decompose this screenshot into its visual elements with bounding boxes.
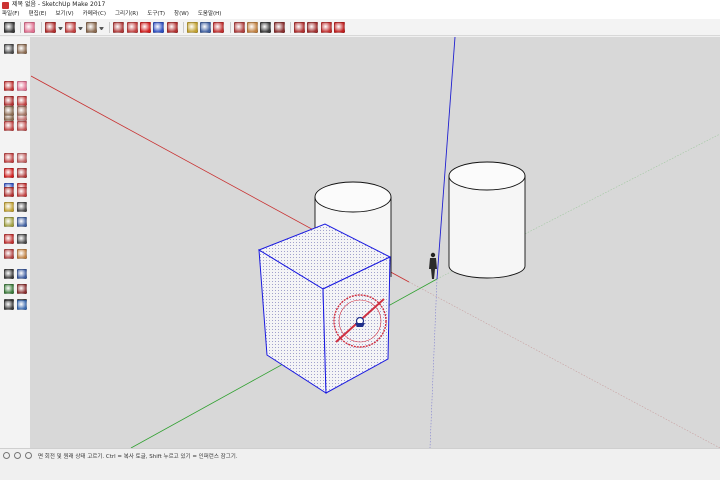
toolbar-separator xyxy=(289,21,291,33)
eraser-icon[interactable] xyxy=(24,21,36,33)
cylinder-right[interactable] xyxy=(448,161,526,279)
pan-icon[interactable] xyxy=(17,249,27,259)
title-bar: 제목 없음 - SketchUp Make 2017 xyxy=(0,0,720,10)
bottom-strip xyxy=(0,462,720,480)
paint-bucket-icon[interactable] xyxy=(4,81,14,91)
scale-icon[interactable] xyxy=(4,187,14,197)
3d-warehouse-icon[interactable] xyxy=(293,21,305,33)
help-info-icon[interactable] xyxy=(25,452,32,459)
select-icon[interactable] xyxy=(4,44,14,54)
circle-icon[interactable] xyxy=(4,106,14,116)
line-icon[interactable] xyxy=(4,96,14,106)
axes-icon[interactable] xyxy=(4,234,14,244)
move-icon[interactable] xyxy=(4,168,14,178)
person-figure[interactable] xyxy=(429,252,437,279)
offset-icon[interactable] xyxy=(126,21,138,33)
text-icon[interactable] xyxy=(200,21,212,33)
menu-draw[interactable]: 그리기(R) xyxy=(115,10,138,19)
menu-window[interactable]: 창(W) xyxy=(174,10,189,19)
dropdown-arrow-icon[interactable] xyxy=(78,26,84,30)
sketchup-logo-icon xyxy=(2,1,9,9)
arc-icon[interactable] xyxy=(4,121,14,131)
section-plane-icon[interactable] xyxy=(17,300,27,310)
rectangle-icon[interactable] xyxy=(85,21,97,33)
geo-location-icon[interactable] xyxy=(3,452,10,459)
scene-canvas[interactable] xyxy=(31,37,720,448)
credits-icon[interactable] xyxy=(14,452,21,459)
protractor-icon[interactable] xyxy=(4,217,14,227)
scale-icon[interactable] xyxy=(166,21,178,33)
zoom-window-icon[interactable] xyxy=(17,269,27,279)
push-pull-icon[interactable] xyxy=(113,21,125,33)
status-bar: 면 회전 및 원래 상태 고르기. Ctrl = 복사 토글, Shift 누르… xyxy=(0,448,720,462)
arc-icon[interactable] xyxy=(65,21,77,33)
window-title: 제목 없음 - SketchUp Make 2017 xyxy=(12,1,106,8)
push-pull-icon[interactable] xyxy=(17,168,27,178)
red-axis-dotted xyxy=(408,281,720,448)
toolbar-separator xyxy=(182,21,184,33)
menu-edit[interactable]: 편집(E) xyxy=(29,10,47,19)
pie-icon[interactable] xyxy=(17,153,27,163)
eraser-icon[interactable] xyxy=(17,81,27,91)
orbit-icon[interactable] xyxy=(4,249,14,259)
toolbar-separator xyxy=(229,21,231,33)
tape-measure-icon[interactable] xyxy=(4,202,14,212)
menu-view[interactable]: 보기(V) xyxy=(55,10,73,19)
menu-help[interactable]: 도움말(H) xyxy=(198,10,222,19)
share-model-icon[interactable] xyxy=(320,21,332,33)
zoom-icon[interactable] xyxy=(4,269,14,279)
menu-camera[interactable]: 카메라(C) xyxy=(83,10,106,19)
pan-icon[interactable] xyxy=(247,21,259,33)
polygon-icon[interactable] xyxy=(17,106,27,116)
menu-file[interactable]: 파일(F) xyxy=(2,10,20,19)
extension-warehouse-icon[interactable] xyxy=(307,21,319,33)
selected-box[interactable] xyxy=(257,223,392,394)
look-around-icon[interactable] xyxy=(4,300,14,310)
zoom-icon[interactable] xyxy=(260,21,272,33)
left-toolbar xyxy=(0,37,31,448)
freehand-icon[interactable] xyxy=(17,96,27,106)
status-hint: 면 회전 및 원래 상태 고르기. Ctrl = 복사 토글, Shift 누르… xyxy=(38,453,238,460)
top-toolbar xyxy=(0,19,720,36)
move-icon[interactable] xyxy=(139,21,151,33)
offset-icon[interactable] xyxy=(17,187,27,197)
toolbar-separator xyxy=(40,21,42,33)
three-point-arc-icon[interactable] xyxy=(4,153,14,163)
zoom-extents-icon[interactable] xyxy=(273,21,285,33)
orbit-icon[interactable] xyxy=(233,21,245,33)
tape-measure-icon[interactable] xyxy=(186,21,198,33)
3d-text-icon[interactable] xyxy=(17,234,27,244)
dimension-icon[interactable] xyxy=(17,202,27,212)
ruby-icon[interactable] xyxy=(333,21,345,33)
text-icon[interactable] xyxy=(17,217,27,227)
dropdown-arrow-icon[interactable] xyxy=(57,26,63,30)
toolbar-separator xyxy=(109,21,111,33)
two-point-arc-icon[interactable] xyxy=(17,121,27,131)
blue-axis-dotted xyxy=(429,278,438,448)
zoom-extents-icon[interactable] xyxy=(17,284,27,294)
menu-bar: 파일(F) 편집(E) 보기(V) 카메라(C) 그리기(R) 도구(T) 창(… xyxy=(0,10,720,19)
sketchup-window: 제목 없음 - SketchUp Make 2017 파일(F) 편집(E) 보… xyxy=(0,0,720,480)
select-icon[interactable] xyxy=(4,21,15,33)
component-icon[interactable] xyxy=(17,44,27,54)
pencil-icon[interactable] xyxy=(44,21,56,33)
previous-view-icon[interactable] xyxy=(4,284,14,294)
3d-viewport[interactable] xyxy=(31,37,720,448)
menu-tools[interactable]: 도구(T) xyxy=(147,10,165,19)
dropdown-arrow-icon[interactable] xyxy=(99,26,105,30)
toolbar-separator xyxy=(20,21,22,33)
rotate-icon[interactable] xyxy=(153,21,165,33)
paint-bucket-icon[interactable] xyxy=(213,21,225,33)
